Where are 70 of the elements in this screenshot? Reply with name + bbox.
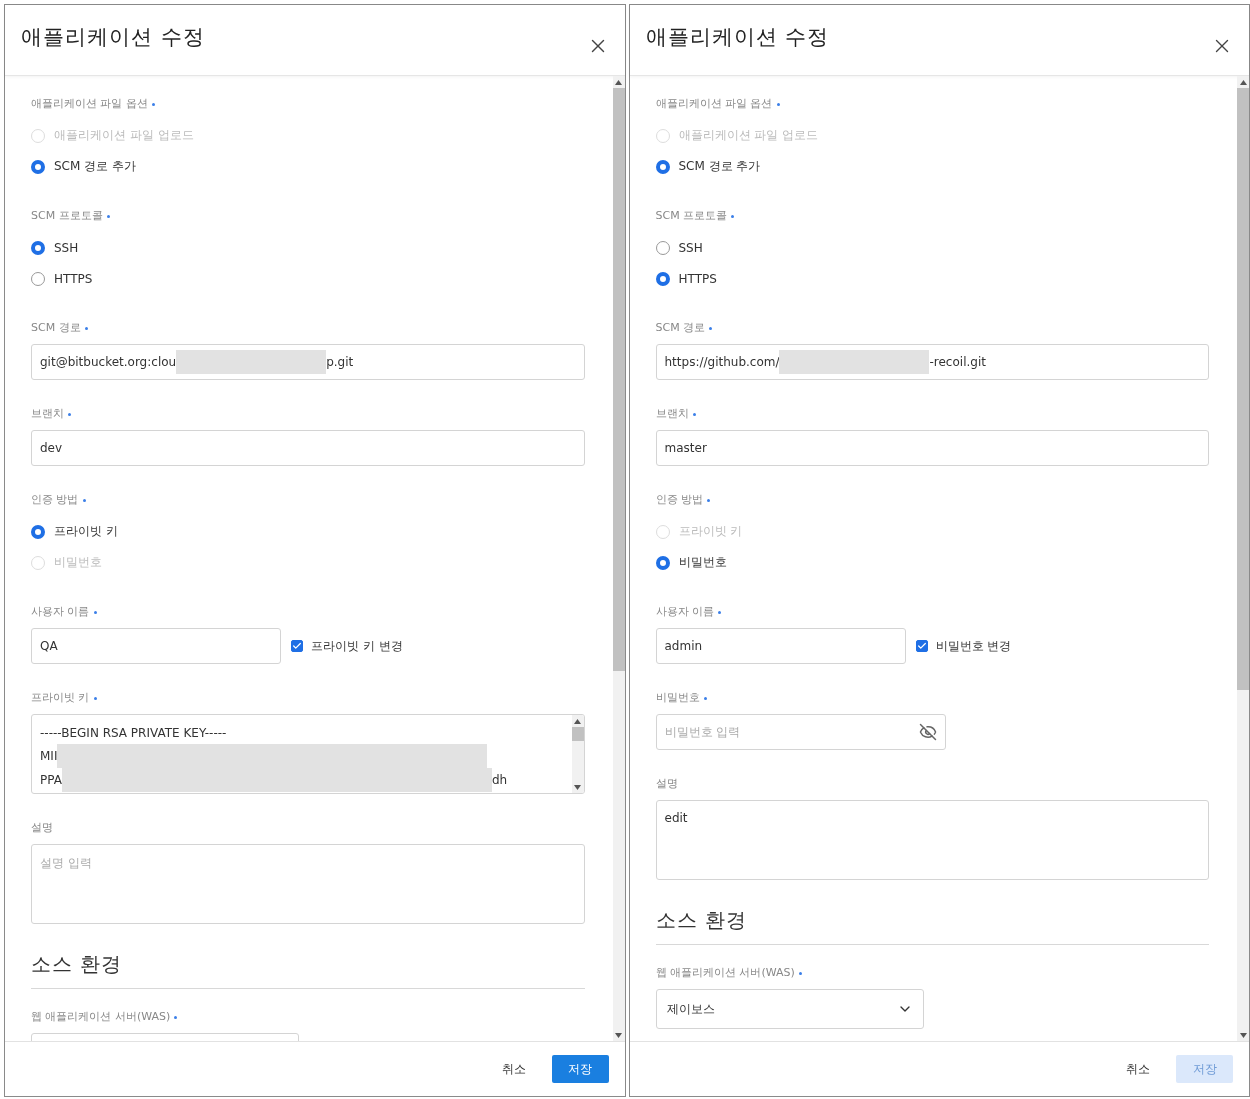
section-heading: 소스 환경 [655, 906, 1209, 945]
text-field[interactable]: master [655, 430, 1209, 466]
scroll-up-icon[interactable] [1239, 79, 1247, 85]
scroll-up-icon[interactable] [615, 79, 622, 85]
text-field[interactable]: admin [655, 628, 906, 664]
checkbox-label[interactable]: 프라이빗 키 변경 [291, 637, 403, 655]
field-label: 브랜치 [31, 406, 64, 422]
radio-button[interactable] [31, 240, 45, 255]
radio-button[interactable] [655, 240, 670, 255]
radio-button[interactable] [655, 159, 670, 174]
field-label: 웹 애플리케이션 서버(WAS) [31, 1009, 171, 1025]
key-text-area[interactable]: -----BEGIN RSA PRIVATE KEY----- MII PPA dh [31, 714, 585, 794]
scrollbar[interactable] [571, 715, 584, 793]
radio-button[interactable] [31, 524, 45, 539]
scrollbar[interactable] [1237, 76, 1249, 1041]
scroll-down-icon[interactable] [1239, 1032, 1247, 1038]
radio-option[interactable]: 비밀번호 [655, 547, 1209, 578]
radio-button[interactable] [31, 159, 45, 174]
key-line: MII [40, 744, 564, 768]
key-line: PPA dh [40, 768, 564, 792]
field-label: 애플리케이션 파일 옵션 [31, 96, 148, 112]
save-button[interactable]: 저장 [551, 1055, 609, 1083]
description-field[interactable]: edit [655, 800, 1209, 880]
checkbox-label[interactable]: 비밀번호 변경 [915, 637, 1012, 655]
dialog-title: 애플리케이션 수정 [21, 24, 205, 51]
field-label: 브랜치 [655, 406, 689, 422]
scrollbar-thumb[interactable] [612, 88, 625, 672]
field-label: 애플리케이션 파일 옵션 [655, 96, 773, 112]
checkbox[interactable] [291, 640, 303, 652]
radio-option[interactable]: HTTPS [655, 263, 1209, 294]
key-line: -----BEGIN RSA PRIVATE KEY----- [40, 725, 228, 742]
radio-option[interactable]: 프라이빗 키 [31, 516, 585, 547]
field-label: SCM 경로 [31, 320, 81, 336]
scrollbar[interactable] [612, 76, 625, 1041]
text-field[interactable]: dev [31, 430, 585, 466]
scrollbar-thumb[interactable] [1237, 88, 1249, 691]
radio-button[interactable] [655, 555, 670, 570]
scroll-down-icon[interactable] [574, 784, 581, 790]
text-field[interactable]: QA [31, 628, 281, 664]
field-label: 프라이빗 키 [31, 690, 90, 706]
text-field[interactable]: https://github.com/ -recoil.git [655, 344, 1209, 380]
scroll-up-icon[interactable] [574, 718, 581, 724]
scrollbar-thumb[interactable] [571, 727, 584, 741]
field-label: 비밀번호 [655, 690, 700, 706]
cancel-button[interactable]: 취소 [1122, 1056, 1154, 1082]
field-label: 사용자 이름 [655, 604, 714, 620]
field-label: 인증 방법 [31, 492, 79, 508]
radio-option[interactable]: SSH [655, 232, 1209, 263]
cancel-button[interactable]: 취소 [497, 1056, 530, 1082]
field-label: SCM 프로토콜 [655, 208, 728, 224]
section-heading: 소스 환경 [31, 950, 585, 989]
field-label: 인증 방법 [655, 492, 703, 508]
radio-option[interactable]: SSH [31, 232, 585, 263]
checkbox[interactable] [915, 640, 928, 652]
field-label: SCM 경로 [655, 320, 706, 336]
dialog-title: 애플리케이션 수정 [645, 24, 830, 51]
field-label: 설명 [31, 820, 53, 836]
select-field[interactable]: 제이보스 [655, 989, 924, 1029]
field-label: SCM 프로토콜 [31, 208, 103, 224]
radio-option[interactable]: HTTPS [31, 263, 585, 294]
scroll-down-icon[interactable] [615, 1032, 622, 1038]
field-label: 설명 [655, 776, 678, 792]
field-label: 사용자 이름 [31, 604, 90, 620]
radio-option[interactable]: SCM 경로 추가 [31, 151, 585, 182]
radio-button[interactable] [655, 271, 670, 286]
text-field[interactable]: git@bitbucket.org:clou p.git [31, 344, 585, 380]
radio-button[interactable] [31, 271, 45, 286]
eye-off-icon[interactable] [918, 723, 937, 741]
field-label: 웹 애플리케이션 서버(WAS) [655, 965, 795, 981]
radio-option[interactable]: SCM 경로 추가 [655, 151, 1209, 182]
